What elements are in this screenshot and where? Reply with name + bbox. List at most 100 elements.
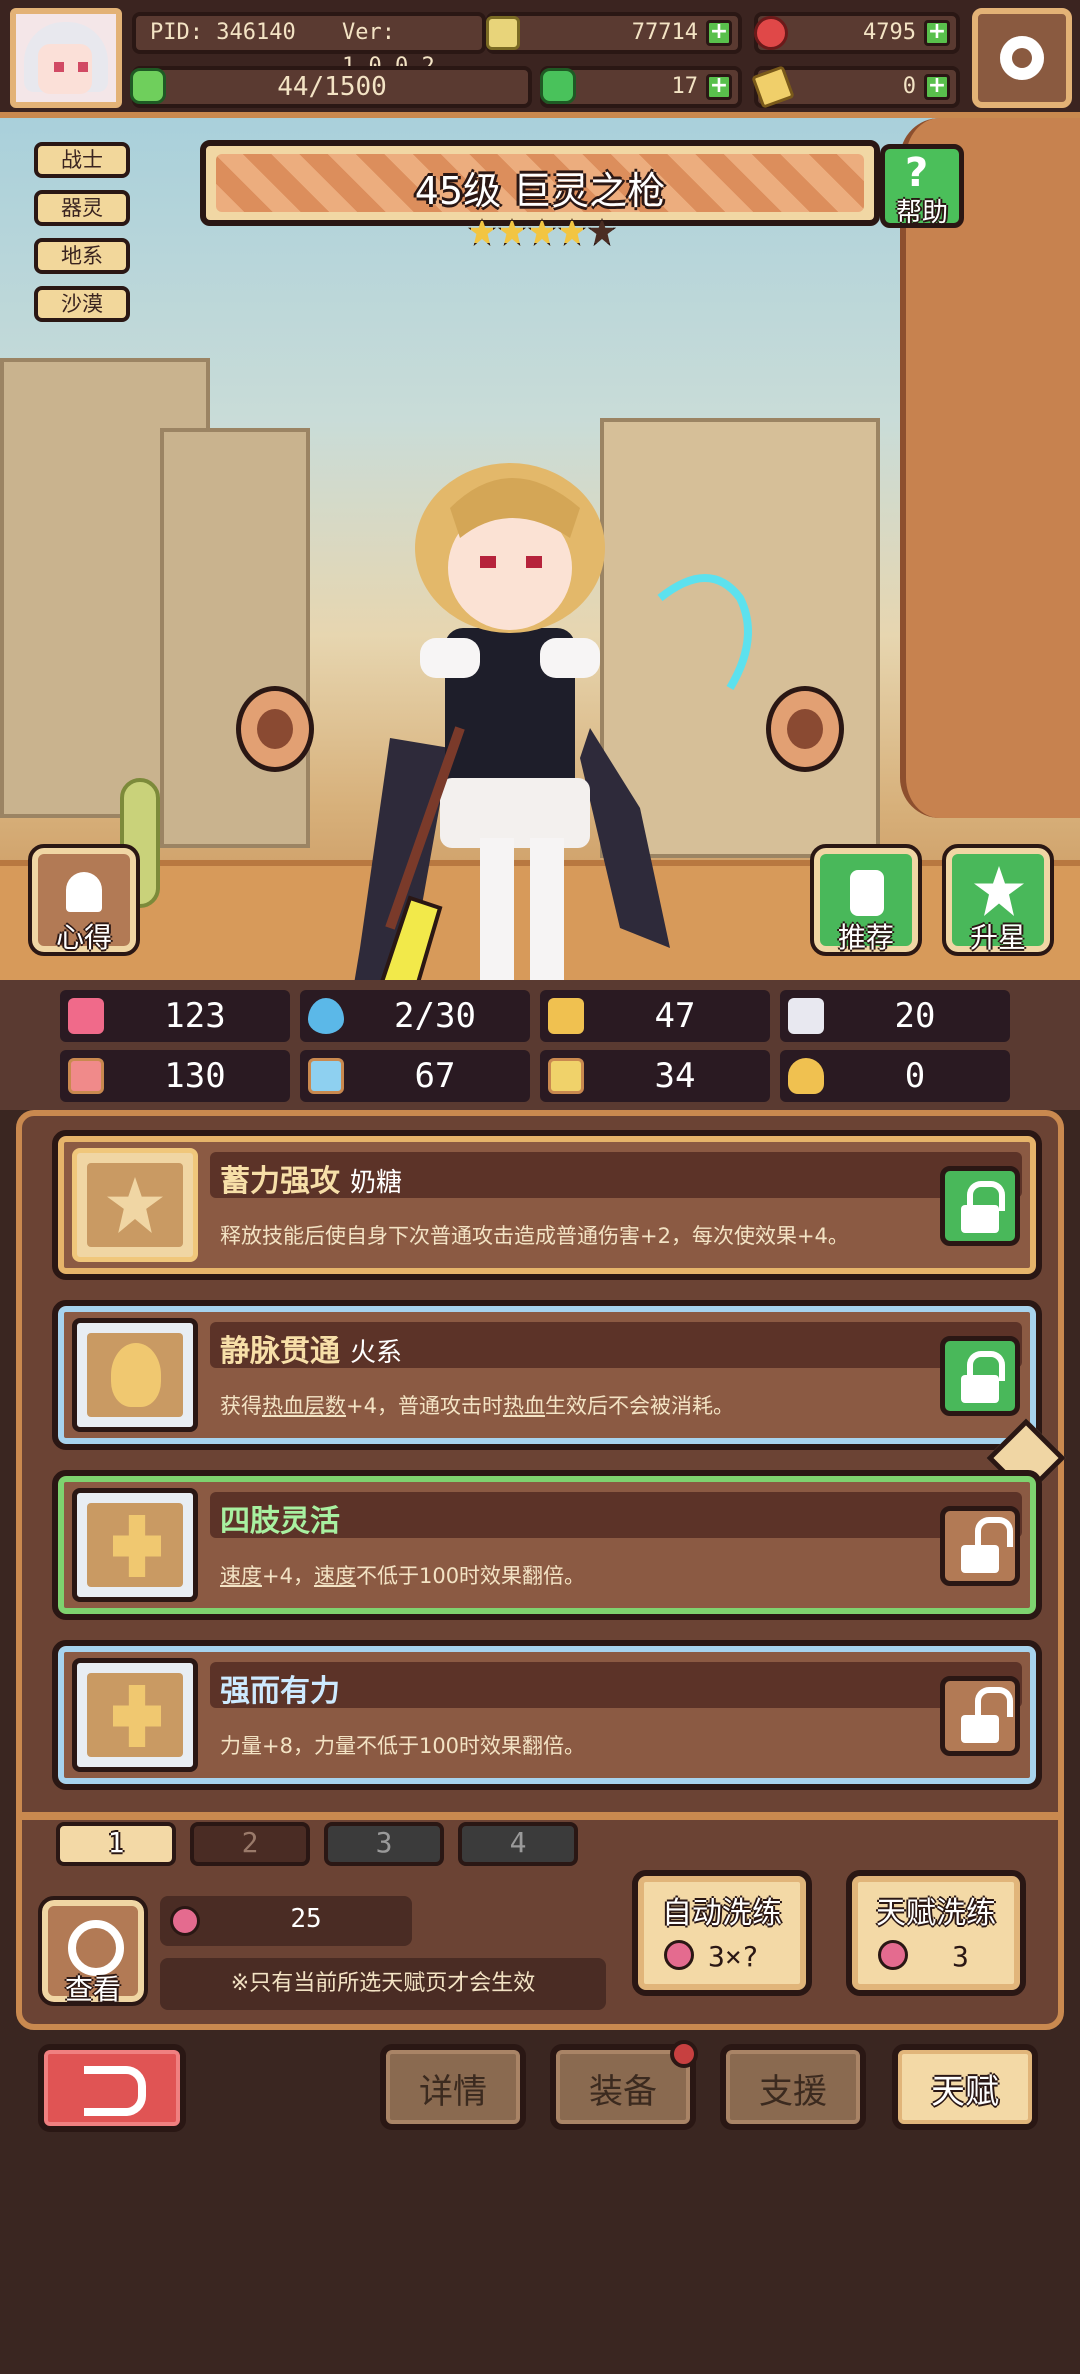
clover-icon: [540, 68, 576, 104]
auto-reroll-button[interactable]: 自动洗练 3×?: [632, 1870, 812, 1996]
talent-name: 蓄力强攻: [220, 1164, 340, 1199]
gem-icon: [754, 16, 788, 50]
talent-icon-frame: [72, 1658, 198, 1772]
stamina-bar: 44/1500: [130, 66, 532, 108]
add-coins-button[interactable]: +: [706, 20, 732, 46]
page-note: ※只有当前所选天赋页才会生效: [160, 1958, 606, 2010]
shield-icon: [548, 998, 584, 1034]
flag-icon: [548, 1058, 584, 1094]
settings-gear-icon[interactable]: [972, 8, 1072, 108]
talent-card-2[interactable]: 静脉贯通 火系 获得热血层数+4，普通攻击时热血生效后不会被消耗。: [52, 1300, 1042, 1450]
talent-icon-frame: [72, 1318, 198, 1432]
help-button[interactable]: ? 帮助: [880, 144, 964, 228]
peach-counter: 25: [160, 1896, 412, 1946]
coin-value: 77714: [631, 20, 698, 45]
talent-description: 获得热血层数+4，普通攻击时热血生效后不会被消耗。: [220, 1394, 734, 1418]
talent-page-tab-3[interactable]: 3: [324, 1822, 444, 1866]
star-filled-icon: [528, 218, 556, 246]
peach-count: 25: [290, 1904, 322, 1934]
coin-counter: 77714 +: [486, 12, 742, 54]
wind-slash-effect: [657, 574, 752, 691]
talent-source: 火系: [350, 1338, 403, 1368]
star-empty-icon: [588, 218, 616, 246]
lock-open-icon[interactable]: [940, 1676, 1020, 1756]
stat-speed: 20: [780, 990, 1010, 1042]
talent-card-4[interactable]: 强而有力 力量+8，力量不低于100时效果翻倍。: [52, 1640, 1042, 1790]
nav-talent[interactable]: 天赋: [892, 2044, 1038, 2130]
hero-sprite: [354, 463, 670, 980]
nav-details[interactable]: 详情: [380, 2044, 526, 2130]
coin-icon: [486, 16, 520, 50]
book-icon: [308, 1058, 344, 1094]
thumbs-up-icon: [850, 870, 884, 916]
talent-name: 强而有力: [220, 1674, 340, 1709]
question-icon: ?: [905, 150, 929, 196]
heart-icon: [68, 998, 104, 1034]
talent-description: 力量+8，力量不低于100时效果翻倍。: [220, 1734, 586, 1758]
gem-socket-right[interactable]: [766, 686, 844, 772]
hero-title-plate: 45级 巨灵之枪: [200, 140, 880, 226]
hero-scene: 战士 器灵 地系 沙漠 45级 巨灵之枪 ? 帮助 心得 推荐 升星: [0, 118, 1080, 980]
player-id: PID: 346140: [150, 20, 296, 45]
hero-stats: 123 2/30 47 20 130 67 34 0: [0, 980, 1080, 1110]
hero-title: 45级 巨灵之枪: [414, 169, 666, 213]
tag-class[interactable]: 战士: [34, 142, 130, 178]
star-filled-icon: [558, 218, 586, 246]
peach-icon: [664, 1940, 694, 1970]
tag-element[interactable]: 地系: [34, 238, 130, 274]
add-clover-button[interactable]: +: [706, 74, 732, 100]
cliff-mid: [160, 428, 310, 848]
star-icon: [974, 866, 1024, 916]
clover-value: 17: [671, 74, 699, 99]
stamina-value: 44/1500: [277, 72, 387, 102]
lock-closed-icon[interactable]: [940, 1336, 1020, 1416]
stat-mana: 2/30: [300, 990, 530, 1042]
talent-icon-frame: [72, 1148, 198, 1262]
back-button[interactable]: [38, 2044, 186, 2132]
star-filled-icon: [498, 218, 526, 246]
lock-closed-icon[interactable]: [940, 1166, 1020, 1246]
peach-icon: [878, 1940, 908, 1970]
talent-card-1[interactable]: 蓄力强攻 奶糖 释放技能后使自身下次普通攻击造成普通伤害+2，每次使效果+4。: [52, 1130, 1042, 1280]
gem-socket-left[interactable]: [236, 686, 314, 772]
ticket-counter: 0 +: [751, 65, 960, 109]
player-avatar[interactable]: [10, 8, 122, 108]
mana-drop-icon: [308, 998, 344, 1034]
stat-luck: 0: [780, 1050, 1010, 1102]
talent-page-tab-1[interactable]: 1: [56, 1822, 176, 1866]
talent-reroll-button[interactable]: 天赋洗练 3: [846, 1870, 1026, 1996]
tag-type[interactable]: 器灵: [34, 190, 130, 226]
panel-divider: [22, 1812, 1058, 1820]
boot-icon: [788, 998, 824, 1034]
inspect-button[interactable]: 查看: [38, 1896, 148, 2006]
star-filled-icon: [468, 218, 496, 246]
star-up-button[interactable]: 升星: [942, 844, 1054, 956]
nav-support[interactable]: 支援: [720, 2044, 866, 2130]
gem-value: 4795: [863, 20, 916, 45]
talent-card-3[interactable]: 四肢灵活 速度+4，速度不低于100时效果翻倍。: [52, 1470, 1042, 1620]
lock-open-icon[interactable]: [940, 1506, 1020, 1586]
gem-counter: 4795 +: [754, 12, 960, 54]
talent-page-tab-4[interactable]: 4: [458, 1822, 578, 1866]
flame-icon: [111, 1343, 161, 1407]
recommend-button[interactable]: 推荐: [810, 844, 922, 956]
add-tickets-button[interactable]: +: [924, 74, 950, 100]
stat-hp: 123: [60, 990, 290, 1042]
add-gems-button[interactable]: +: [924, 20, 950, 46]
helmet-icon: [66, 872, 102, 912]
stat-command: 34: [540, 1050, 770, 1102]
notification-dot-icon: [670, 2040, 698, 2068]
tag-terrain[interactable]: 沙漠: [34, 286, 130, 322]
player-info-pill: PID: 346140 Ver: 1.0.0.2: [132, 12, 486, 79]
talent-description: 释放技能后使自身下次普通攻击造成普通伤害+2，每次使效果+4。: [220, 1224, 849, 1248]
fist-icon: [68, 1058, 104, 1094]
horseshoe-icon: [788, 1058, 824, 1094]
notes-button[interactable]: 心得: [28, 844, 140, 956]
ticket-icon: [751, 65, 795, 109]
stat-strength: 130: [60, 1050, 290, 1102]
talent-page-tab-2[interactable]: 2: [190, 1822, 310, 1866]
talent-icon-frame: [72, 1488, 198, 1602]
nav-equipment[interactable]: 装备: [550, 2040, 698, 2130]
talent-name: 四肢灵活: [220, 1504, 340, 1539]
clover-counter: 17 +: [540, 66, 742, 108]
